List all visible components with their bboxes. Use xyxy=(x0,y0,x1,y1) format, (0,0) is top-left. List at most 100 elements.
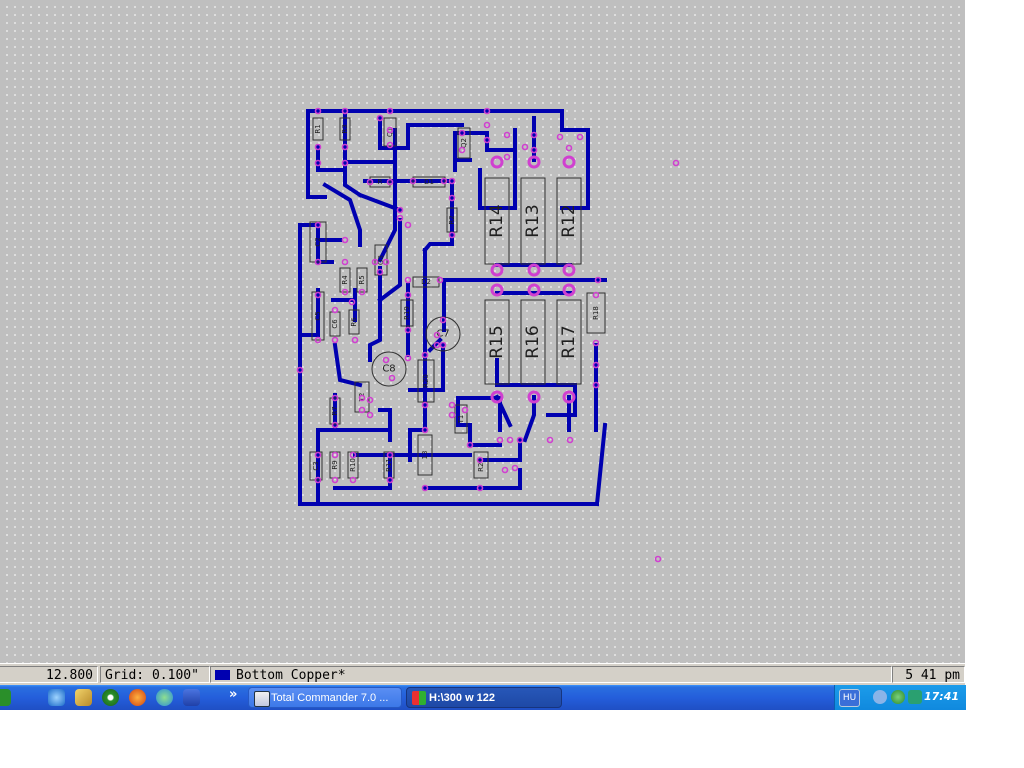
pad xyxy=(461,406,469,414)
pcb-app-icon xyxy=(412,691,426,705)
coordinate-readout: 12.800 xyxy=(0,666,98,683)
pad xyxy=(506,436,514,444)
trace xyxy=(522,395,536,443)
pcb-canvas[interactable]: R14 R13 R12 R15 R16 R17 R18 R20 C2 C7 C8 R1 R3 R2 R4 R5… xyxy=(0,0,965,663)
pad xyxy=(331,336,339,344)
component-label: C3 xyxy=(312,461,320,470)
component-label: R19 xyxy=(403,306,411,320)
trace xyxy=(343,161,363,198)
pad xyxy=(388,374,396,382)
pcb-board[interactable]: R14 R13 R12R15 R16 R17R18R20C2C7C8R1 R3R2R4 R5… xyxy=(0,0,965,663)
start-button[interactable] xyxy=(0,689,11,706)
chevron-icon[interactable]: » xyxy=(229,687,237,702)
language-indicator[interactable]: HU xyxy=(839,689,860,707)
layer-name: Bottom Copper* xyxy=(236,668,346,683)
pad xyxy=(448,401,456,409)
pad xyxy=(366,411,374,419)
component-label: R12 xyxy=(559,204,579,237)
component-label: R10 xyxy=(349,458,357,472)
component-label: R13 xyxy=(523,204,543,237)
component-label: D2 xyxy=(421,278,431,286)
trace xyxy=(316,145,344,172)
trace xyxy=(333,453,392,490)
pad xyxy=(527,263,541,277)
taskbar-button-label: H:\300 w 122 xyxy=(429,692,496,704)
component-label: R6 xyxy=(350,317,358,327)
pad xyxy=(490,263,504,277)
component-label: R4 xyxy=(341,275,349,285)
pad xyxy=(366,396,374,404)
pad xyxy=(386,141,394,149)
user-status-icon[interactable] xyxy=(891,690,905,704)
component-label: R1 xyxy=(314,124,322,133)
tools-icon[interactable] xyxy=(75,689,92,706)
taskbar-button-pcb-editor[interactable]: H:\300 w 122 xyxy=(406,687,562,708)
pad xyxy=(331,451,339,459)
pad xyxy=(341,236,349,244)
pad xyxy=(458,146,466,154)
pad xyxy=(349,476,357,484)
pad xyxy=(404,221,412,229)
taskbar-button-label: Total Commander 7.0 ... xyxy=(271,692,389,704)
component-label: R14 xyxy=(487,204,507,237)
pad xyxy=(404,276,412,284)
total-commander-icon xyxy=(254,691,270,707)
pad xyxy=(331,306,339,314)
trace xyxy=(378,408,392,442)
pad xyxy=(654,555,662,563)
component-label: R7 xyxy=(331,406,339,415)
pad xyxy=(527,283,541,297)
volume-icon[interactable] xyxy=(873,690,887,704)
component-label: T1 xyxy=(457,415,465,425)
component-label: R20 xyxy=(422,374,430,388)
system-tray: HU 17:41 xyxy=(834,685,966,710)
pad xyxy=(546,436,554,444)
pad xyxy=(562,283,576,297)
component-label: C5 xyxy=(314,311,322,320)
network-icon[interactable] xyxy=(908,690,922,704)
trace xyxy=(560,128,590,210)
component-label: R3 xyxy=(341,124,349,133)
pad xyxy=(562,263,576,277)
pad xyxy=(576,133,584,141)
pad xyxy=(358,406,366,414)
component-label: R11 xyxy=(385,458,393,472)
pad xyxy=(351,336,359,344)
trace xyxy=(332,342,363,388)
component-label: 13 xyxy=(421,451,429,460)
component-label: R9 xyxy=(331,460,339,469)
pad xyxy=(382,356,390,364)
component-label: C6 xyxy=(331,319,339,329)
component-label: R xyxy=(378,178,383,186)
floppy-disk-icon[interactable] xyxy=(183,689,200,706)
pad xyxy=(404,354,412,362)
pad xyxy=(490,283,504,297)
component-label: C2 xyxy=(314,237,322,246)
taskbar-button-total-commander[interactable]: Total Commander 7.0 ... xyxy=(248,687,402,708)
pad xyxy=(483,121,491,129)
pad xyxy=(436,276,444,284)
grid-readout: Grid: 0.100" xyxy=(100,666,210,683)
internet-explorer-icon[interactable] xyxy=(48,689,65,706)
media-player-icon[interactable] xyxy=(102,689,119,706)
component-label: R15 xyxy=(487,325,507,358)
pad xyxy=(503,153,511,161)
messenger-icon[interactable] xyxy=(156,689,173,706)
pad xyxy=(382,258,390,266)
pad xyxy=(341,258,349,266)
component-label: R18 xyxy=(592,306,600,320)
clock: 17:41 xyxy=(923,690,959,703)
pad xyxy=(501,466,509,474)
pad xyxy=(331,476,339,484)
status-bar: 12.800 Grid: 0.100" Bottom Copper* 5 41 … xyxy=(0,663,965,686)
component-label: R16 xyxy=(523,325,543,358)
pad xyxy=(562,155,576,169)
component-label: R2 xyxy=(448,215,456,224)
taskbar: » Total Commander 7.0 ... H:\300 w 122 H… xyxy=(0,685,966,710)
copper-traces xyxy=(298,109,608,507)
active-layer[interactable]: Bottom Copper* xyxy=(210,666,892,683)
pad xyxy=(672,159,680,167)
trace xyxy=(368,266,382,362)
pad xyxy=(448,411,456,419)
firefox-icon[interactable] xyxy=(129,689,146,706)
